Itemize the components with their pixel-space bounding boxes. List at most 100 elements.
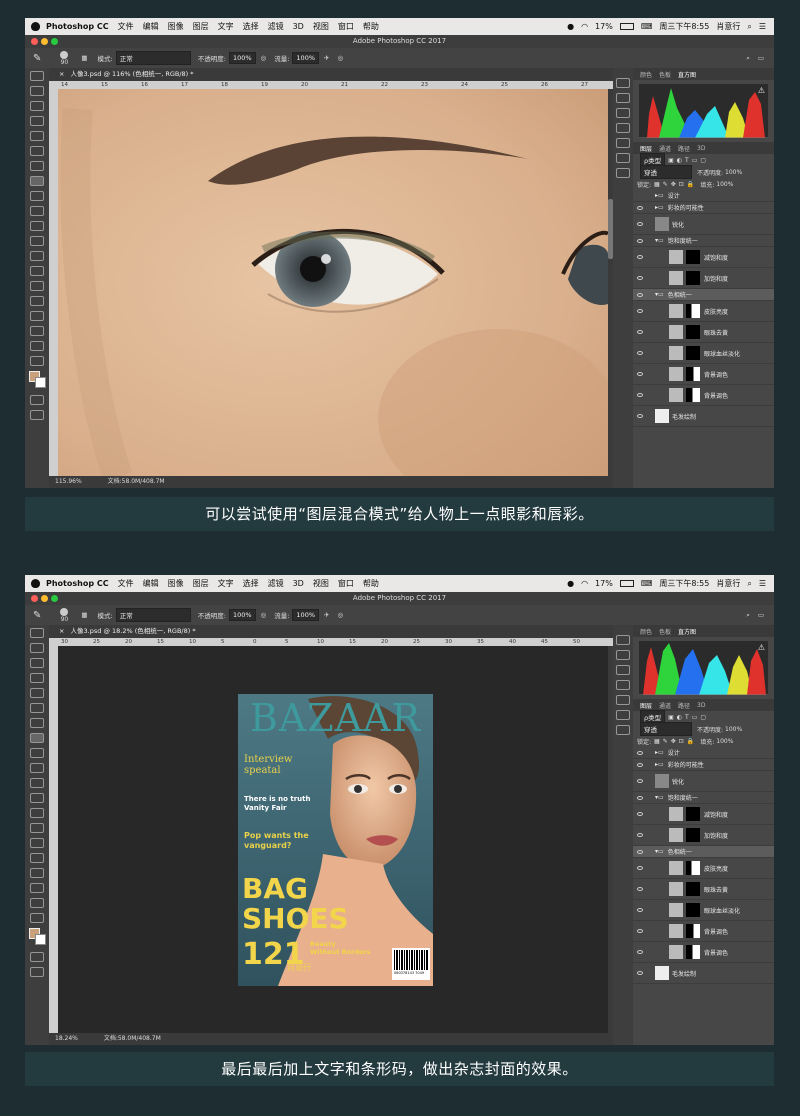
crop-tool-icon[interactable]: [30, 688, 44, 698]
play-icon[interactable]: [616, 650, 630, 660]
tab-color[interactable]: 颜色: [640, 70, 652, 79]
opacity-input[interactable]: 100%: [228, 52, 256, 64]
brush-tool-icon[interactable]: [30, 176, 44, 186]
layer-row[interactable]: 皮肤亮度: [633, 858, 774, 879]
tab-paths[interactable]: 路径: [678, 701, 690, 710]
visibility-icon[interactable]: [637, 222, 643, 226]
tab-histogram[interactable]: 直方图: [678, 70, 696, 79]
layer-row[interactable]: 毛发绘制: [633, 963, 774, 984]
visibility-icon[interactable]: [637, 351, 643, 355]
properties-icon[interactable]: [616, 725, 630, 735]
list-icon[interactable]: ☰: [759, 22, 766, 31]
eyedropper-tool-icon[interactable]: [30, 703, 44, 713]
hand-tool-icon[interactable]: [30, 898, 44, 908]
shape-tool-icon[interactable]: [30, 326, 44, 336]
vertical-ruler[interactable]: [49, 89, 58, 476]
tab-swatches[interactable]: 色板: [659, 70, 671, 79]
horizontal-ruler[interactable]: 14 15 16 17 18 19 20 21 22 23 24 25 26 2…: [49, 81, 613, 89]
layer-row[interactable]: 减饱和度: [633, 804, 774, 825]
brush-preset-picker[interactable]: 90: [55, 607, 73, 623]
visibility-icon[interactable]: [637, 849, 643, 854]
airbrush-icon[interactable]: ✈: [324, 54, 329, 62]
visibility-icon[interactable]: [637, 393, 643, 397]
menu-image[interactable]: 图像: [168, 21, 184, 32]
layer-row[interactable]: 皮肤亮度: [633, 301, 774, 322]
visibility-icon[interactable]: [637, 779, 643, 783]
clock[interactable]: 周三下午8:55: [659, 578, 709, 589]
lasso-tool-icon[interactable]: [30, 101, 44, 111]
adjustments-icon[interactable]: [616, 153, 630, 163]
tab-close-icon[interactable]: ×: [59, 627, 64, 635]
menu-view[interactable]: 视图: [313, 578, 329, 589]
menu-type[interactable]: 文字: [218, 21, 234, 32]
flow-input[interactable]: 100%: [292, 52, 320, 64]
layer-row[interactable]: 锐化: [633, 214, 774, 235]
pen-tool-icon[interactable]: [30, 281, 44, 291]
menu-filter[interactable]: 滤镜: [268, 21, 284, 32]
eraser-tool-icon[interactable]: [30, 221, 44, 231]
minimize-icon[interactable]: [41, 38, 48, 45]
layer-row[interactable]: 背景调色: [633, 364, 774, 385]
marquee-tool-icon[interactable]: [30, 86, 44, 96]
visibility-icon[interactable]: [637, 414, 643, 418]
menu-file[interactable]: 文件: [118, 21, 134, 32]
visibility-icon[interactable]: [637, 971, 643, 975]
menu-select[interactable]: 选择: [243, 578, 259, 589]
visibility-icon[interactable]: [637, 887, 643, 891]
layer-row[interactable]: ▸▭ 设计: [633, 747, 774, 759]
history-icon[interactable]: [616, 78, 630, 88]
tab-3d[interactable]: 3D: [697, 702, 705, 709]
brush-tool-icon[interactable]: [30, 733, 44, 743]
tab-close-icon[interactable]: ×: [59, 70, 64, 78]
minimize-icon[interactable]: [41, 595, 48, 602]
visibility-icon[interactable]: [637, 292, 643, 297]
visibility-icon[interactable]: [637, 255, 643, 259]
adjustments-icon[interactable]: [616, 710, 630, 720]
quick-select-tool-icon[interactable]: [30, 116, 44, 126]
filter-icons[interactable]: ▣◐T▭▢: [668, 714, 709, 721]
tab-layers[interactable]: 图层: [640, 701, 652, 710]
menu-3d[interactable]: 3D: [293, 579, 304, 588]
layer-row[interactable]: 背景调色: [633, 921, 774, 942]
apple-icon[interactable]: [31, 22, 40, 31]
mode-select[interactable]: 正常: [115, 51, 191, 65]
brush-panel-icon[interactable]: ▦: [81, 54, 87, 62]
close-icon[interactable]: [31, 595, 38, 602]
pressure-opacity-icon[interactable]: ◎: [261, 54, 267, 62]
marquee-tool-icon[interactable]: [30, 643, 44, 653]
layer-row[interactable]: ▸▭ 设计: [633, 190, 774, 202]
pressure-size-icon[interactable]: ◎: [337, 54, 343, 62]
fill-value[interactable]: 100%: [716, 738, 733, 745]
brush-tool-icon[interactable]: ✎: [33, 53, 41, 64]
visibility-icon[interactable]: [637, 950, 643, 954]
layer-row[interactable]: ▾▭ 色相统一: [633, 846, 774, 858]
tab-color[interactable]: 颜色: [640, 627, 652, 636]
quick-select-tool-icon[interactable]: [30, 673, 44, 683]
tab-histogram[interactable]: 直方图: [678, 627, 696, 636]
wifi-icon[interactable]: ◠: [581, 22, 588, 31]
zoom-tool-icon[interactable]: [30, 356, 44, 366]
menu-help[interactable]: 帮助: [363, 578, 379, 589]
battery-icon[interactable]: [619, 23, 634, 30]
input-source-icon[interactable]: ⌨: [641, 579, 653, 588]
layer-row[interactable]: 背景调色: [633, 942, 774, 963]
layer-row[interactable]: 背景调色: [633, 385, 774, 406]
background-color[interactable]: [35, 377, 46, 388]
vertical-ruler[interactable]: [49, 646, 58, 1033]
character-icon[interactable]: [616, 123, 630, 133]
battery-icon[interactable]: [619, 580, 634, 587]
menu-window[interactable]: 窗口: [338, 578, 354, 589]
visibility-icon[interactable]: [637, 908, 643, 912]
lock-icons[interactable]: ▦✎✥⊡🔒: [654, 738, 697, 745]
gradient-tool-icon[interactable]: [30, 236, 44, 246]
user-name[interactable]: 肖意行: [716, 21, 740, 32]
visibility-icon[interactable]: [637, 330, 643, 334]
visibility-icon[interactable]: [637, 866, 643, 870]
workspace-icon[interactable]: ▭: [758, 611, 764, 619]
menu-view[interactable]: 视图: [313, 21, 329, 32]
visibility-icon[interactable]: [637, 795, 643, 800]
history-brush-tool-icon[interactable]: [30, 206, 44, 216]
healing-tool-icon[interactable]: [30, 161, 44, 171]
move-tool-icon[interactable]: [30, 71, 44, 81]
list-icon[interactable]: ☰: [759, 579, 766, 588]
